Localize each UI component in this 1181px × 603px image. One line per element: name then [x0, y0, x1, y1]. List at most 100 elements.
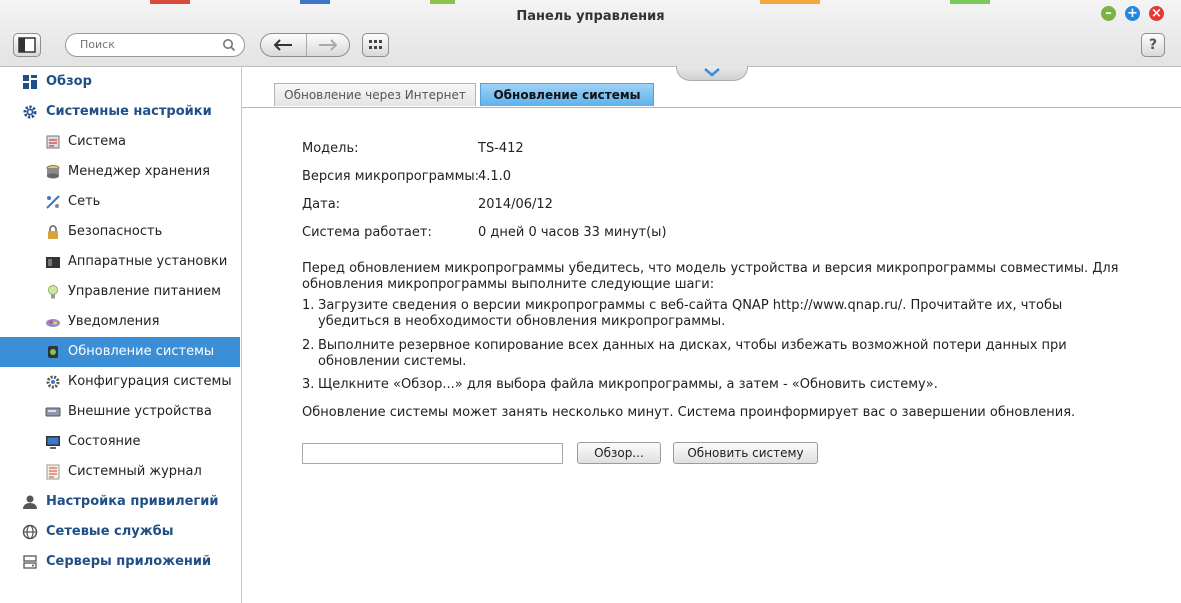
- sidebar-item-status[interactable]: Состояние: [0, 427, 240, 457]
- tab-system-update[interactable]: Обновление системы: [480, 83, 654, 106]
- sidebar-item-label: Система: [68, 134, 127, 149]
- sidebar-item-overview[interactable]: Обзор: [0, 67, 240, 97]
- update-step-1: 1. Загрузите сведения о версии микропрог…: [302, 298, 1122, 330]
- forward-button[interactable]: [306, 34, 349, 56]
- date-label: Дата:: [302, 197, 341, 212]
- date-value: 2014/06/12: [478, 197, 553, 212]
- hardware-icon: [46, 257, 60, 268]
- desktop-decoration: [300, 0, 330, 4]
- maximize-button[interactable]: +: [1125, 6, 1140, 21]
- sidebar-item-label: Серверы приложений: [46, 554, 212, 569]
- sidebar-item-firmware-update[interactable]: Обновление системы: [0, 337, 240, 367]
- sidebar-item-label: Управление питанием: [68, 284, 221, 299]
- sidebar-item-network-services[interactable]: Сетевые службы: [0, 517, 240, 547]
- step-text: Выполните резервное копирование всех дан…: [318, 338, 1067, 369]
- uptime-label: Система работает:: [302, 225, 432, 240]
- sidebar-item-system-settings[interactable]: Системные настройки: [0, 97, 240, 127]
- arrow-left-icon: [273, 39, 292, 51]
- firmware-version-value: 4.1.0: [478, 169, 512, 184]
- title-bar: Панель управления – + × Поиск ?: [0, 0, 1181, 67]
- apps-menu-button[interactable]: [362, 33, 389, 57]
- back-button[interactable]: [261, 34, 305, 56]
- close-button[interactable]: ×: [1149, 6, 1164, 21]
- sidebar-toggle-button[interactable]: [13, 33, 41, 57]
- config-icon: [46, 375, 60, 389]
- sidebar-item-label: Обзор: [46, 74, 92, 89]
- network-icon: [46, 195, 60, 209]
- update-system-button[interactable]: Обновить систему: [673, 442, 818, 464]
- lock-icon: [48, 225, 58, 239]
- notification-icon: [46, 319, 60, 327]
- sidebar-item-label: Обновление системы: [68, 344, 215, 359]
- step-text: Щелкните «Обзор...» для выбора файла мик…: [318, 377, 938, 392]
- sidebar-item-system-log[interactable]: Системный журнал: [0, 457, 240, 487]
- bulb-icon: [48, 285, 58, 299]
- monitor-icon: [46, 436, 60, 449]
- user-icon: [23, 495, 37, 509]
- sidebar-item-security[interactable]: Безопасность: [0, 217, 240, 247]
- sidebar-item-hardware[interactable]: Аппаратные установки: [0, 247, 240, 277]
- storage-icon: [46, 165, 60, 179]
- sidebar-item-label: Конфигурация системы: [68, 374, 232, 389]
- search-icon[interactable]: [222, 38, 236, 52]
- external-device-icon: [45, 407, 61, 417]
- sidebar: Обзор Системные настройки Система Менедж…: [0, 67, 242, 603]
- sidebar-item-network[interactable]: Сеть: [0, 187, 240, 217]
- sidebar-item-label: Уведомления: [68, 314, 160, 329]
- sidebar-item-label: Состояние: [68, 434, 141, 449]
- step-number: 1.: [302, 298, 315, 313]
- sidebar-item-storage-manager[interactable]: Менеджер хранения: [0, 157, 240, 187]
- grid-icon: [369, 40, 382, 49]
- firmware-file-path-field[interactable]: [302, 443, 563, 464]
- desktop-decoration: [950, 0, 990, 4]
- sidebar-item-power[interactable]: Управление питанием: [0, 277, 240, 307]
- network-services-icon: [22, 524, 38, 540]
- desktop-decoration: [760, 0, 820, 4]
- help-button[interactable]: ?: [1141, 33, 1165, 57]
- help-icon: ?: [1148, 37, 1158, 53]
- sidebar-item-label: Настройка привилегий: [46, 494, 219, 509]
- sidebar-item-privileges[interactable]: Настройка привилегий: [0, 487, 240, 517]
- app-server-icon: [23, 555, 37, 569]
- history-navigation: [260, 33, 350, 57]
- browse-button[interactable]: Обзор...: [577, 442, 661, 464]
- main-content: Обновление через Интернет Обновление сис…: [242, 66, 1181, 603]
- collapse-toolbar-handle[interactable]: [676, 66, 748, 81]
- sidebar-item-system-config[interactable]: Конфигурация системы: [0, 367, 240, 397]
- window-title: Панель управления: [516, 9, 665, 24]
- search-input[interactable]: [78, 37, 222, 52]
- firmware-update-icon: [48, 346, 58, 358]
- chevron-down-icon: [704, 68, 720, 77]
- sidebar-layout-icon: [18, 37, 36, 53]
- sidebar-item-label: Аппаратные установки: [68, 254, 228, 269]
- update-step-2: 2. Выполните резервное копирование всех …: [302, 338, 1122, 370]
- minimize-button[interactable]: –: [1101, 6, 1116, 21]
- desktop-decoration: [430, 0, 455, 4]
- qnap-website-link[interactable]: http://www.qnap.ru/: [773, 298, 902, 313]
- system-icon: [46, 135, 60, 149]
- sidebar-item-label: Системные настройки: [46, 104, 212, 119]
- sidebar-item-label: Внешние устройства: [68, 404, 212, 419]
- overview-icon: [23, 75, 37, 89]
- search-box[interactable]: [65, 33, 245, 57]
- log-icon: [46, 464, 60, 480]
- gear-icon: [23, 105, 37, 119]
- sidebar-item-app-servers[interactable]: Серверы приложений: [0, 547, 240, 577]
- tab-online-update[interactable]: Обновление через Интернет: [274, 83, 476, 106]
- sidebar-item-system[interactable]: Система: [0, 127, 240, 157]
- sidebar-item-notifications[interactable]: Уведомления: [0, 307, 240, 337]
- tab-bar: Обновление через Интернет Обновление сис…: [242, 66, 1181, 108]
- step-text: Загрузите сведения о версии микропрограм…: [318, 298, 773, 313]
- desktop-decoration: [150, 0, 190, 4]
- firmware-version-label: Версия микропрограммы:: [302, 169, 480, 184]
- sidebar-item-label: Системный журнал: [68, 464, 202, 479]
- arrow-right-icon: [319, 39, 338, 51]
- sidebar-item-label: Сетевые службы: [46, 524, 174, 539]
- sidebar-item-external-devices[interactable]: Внешние устройства: [0, 397, 240, 427]
- update-intro-text: Перед обновлением микропрограммы убедите…: [302, 261, 1119, 292]
- sidebar-item-label: Сеть: [68, 194, 101, 209]
- model-value: TS-412: [478, 141, 524, 156]
- update-note-text: Обновление системы может занять нескольк…: [302, 405, 1076, 420]
- sidebar-item-label: Менеджер хранения: [68, 164, 210, 179]
- update-step-3: 3. Щелкните «Обзор...» для выбора файла …: [302, 377, 1122, 393]
